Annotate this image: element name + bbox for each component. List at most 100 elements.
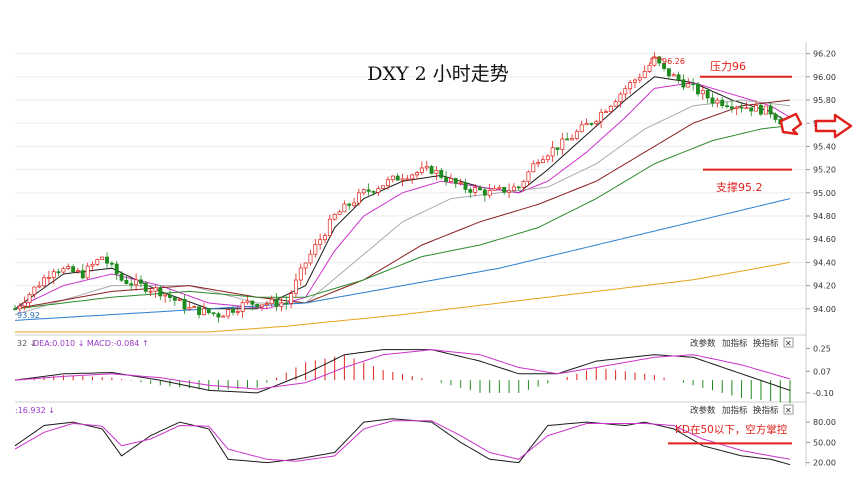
candle-body — [37, 285, 42, 288]
macd-add-indicator-button[interactable]: 加指标 — [722, 338, 748, 349]
candle-body — [676, 74, 681, 81]
candle-body — [453, 178, 458, 184]
macd-switch-indicator-button[interactable]: 换指标 — [753, 338, 779, 349]
candle-body — [327, 218, 332, 236]
candle-body — [763, 105, 768, 115]
candle-body — [284, 302, 289, 305]
candle-body — [429, 166, 434, 174]
y-tick-label: 94.40 — [813, 258, 836, 267]
macd-toolbar: 改参数 加指标 换指标 ✕ — [690, 337, 794, 349]
candle-body — [463, 182, 468, 190]
candle-body — [61, 268, 66, 273]
macd-label: DEA:0.010 ↓ MACD:-0.084 ↑ — [33, 339, 149, 348]
candle-body — [337, 211, 342, 215]
candle-body — [729, 106, 734, 109]
candle-body — [521, 181, 526, 188]
candle-body — [303, 262, 308, 269]
candle-body — [226, 309, 231, 317]
candle-body — [211, 312, 216, 315]
candle-body — [168, 294, 172, 298]
macd-change-params-button[interactable]: 改参数 — [690, 338, 716, 349]
candle-body — [671, 74, 676, 77]
candle-body — [754, 104, 759, 112]
candle-body — [216, 313, 221, 318]
macd-axis-ticks: 0.25 0.07 -0.10 — [806, 344, 834, 398]
candle-body — [17, 305, 22, 310]
kdj-add-indicator-button[interactable]: 加指标 — [722, 405, 748, 416]
candle-body — [589, 123, 594, 125]
candle-body — [623, 88, 628, 95]
candle-body — [419, 167, 424, 173]
candle-body — [390, 175, 395, 181]
candle-body — [342, 203, 347, 213]
candle-body — [710, 97, 715, 104]
candle-body — [187, 306, 192, 310]
candle-body — [100, 256, 105, 260]
candle-body — [424, 166, 429, 169]
kdj-toolbar: 改参数 加指标 换指标 ✕ — [690, 404, 794, 416]
candle-body — [381, 185, 386, 189]
candle-body — [715, 99, 720, 104]
candle-body — [487, 190, 492, 196]
candle-body — [739, 106, 744, 109]
candle-body — [376, 188, 381, 193]
candle-body — [172, 297, 177, 301]
candle-body — [749, 107, 754, 112]
candle-body — [51, 271, 56, 278]
candle-body — [478, 187, 482, 191]
y-tick-label: 95.00 — [813, 189, 836, 198]
candle-body — [163, 294, 168, 297]
candle-body — [637, 77, 642, 81]
candle-body — [192, 306, 197, 309]
candle-body — [197, 306, 202, 315]
candle-body — [347, 203, 352, 206]
kdj-close-icon: ✕ — [785, 406, 792, 415]
candle-body — [511, 186, 516, 191]
kd-note: KD在50以下，空方掌控 — [675, 423, 788, 436]
candle-body — [119, 273, 124, 281]
candle-body — [633, 79, 637, 83]
y-tick-label: 95.80 — [813, 96, 836, 105]
macd-tick-label: -0.10 — [813, 389, 834, 398]
candle-body — [158, 287, 163, 297]
candle-body — [734, 106, 739, 109]
candle-body — [565, 138, 570, 141]
candle-body — [696, 83, 700, 95]
candle-body — [618, 93, 623, 103]
macd-close-icon: ✕ — [785, 339, 792, 348]
candle-body — [109, 262, 114, 265]
candle-body — [264, 303, 269, 306]
moving-average-line-6 — [14, 198, 791, 321]
candle-body — [250, 300, 255, 305]
candle-body — [56, 271, 61, 274]
candle-body — [260, 304, 264, 308]
candle-body — [124, 279, 129, 285]
moving-average-lines — [14, 76, 791, 333]
candle-body — [700, 90, 705, 95]
y-tick-label: 95.20 — [813, 166, 836, 175]
candle-body — [42, 277, 47, 287]
candle-body — [773, 113, 778, 120]
candle-body — [458, 182, 463, 185]
kdj-switch-indicator-button[interactable]: 换指标 — [753, 405, 779, 416]
candle-body — [536, 162, 541, 165]
candle-body — [448, 178, 453, 182]
low-price-label: 93.92 — [17, 311, 40, 320]
candle-body — [95, 259, 100, 265]
candle-body — [608, 105, 613, 112]
candle-body — [570, 138, 574, 141]
kdj-change-params-button[interactable]: 改参数 — [690, 405, 716, 416]
candle-body — [240, 302, 245, 312]
candle-body — [434, 170, 439, 174]
candle-body — [85, 265, 90, 279]
candle-body — [492, 188, 497, 191]
price-axis-ticks: 96.2096.0095.8095.6095.4095.2095.0094.80… — [806, 50, 836, 314]
candle-body — [80, 270, 85, 279]
moving-average-line-2 — [14, 82, 791, 310]
candle-body — [323, 235, 327, 241]
macd-tick-label: 0.07 — [813, 367, 831, 376]
candle-body — [114, 263, 119, 275]
candle-body — [681, 79, 686, 88]
candle-body — [76, 270, 80, 272]
candle-body — [22, 302, 27, 307]
